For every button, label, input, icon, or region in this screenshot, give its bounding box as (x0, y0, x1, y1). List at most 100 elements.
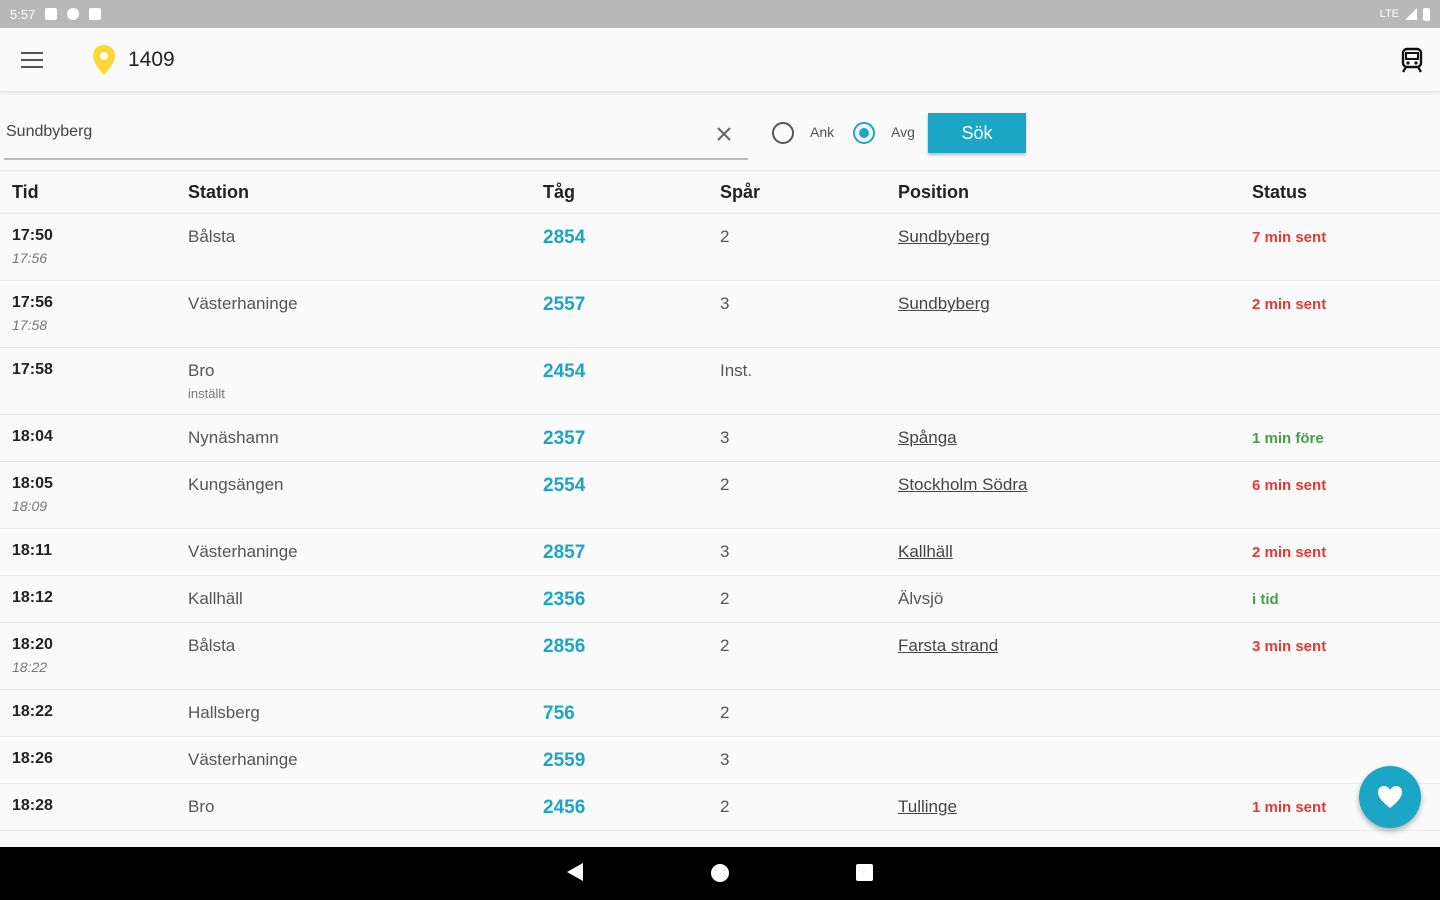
position-link[interactable]: Sundbyberg (898, 227, 990, 246)
cell-track: 2 (720, 475, 730, 494)
cell-tid: 18:05 18:09 (0, 462, 178, 528)
table-row[interactable]: 18:20 18:22 Bålsta 2856 2 Farsta strand 3 min … (0, 623, 1440, 690)
station-name: Bro (188, 361, 215, 380)
station-name: Västerhaninge (188, 294, 298, 313)
position-link[interactable]: Farsta strand (898, 636, 998, 655)
cell-train: 2557 (533, 281, 710, 347)
train-number-link[interactable]: 2856 (543, 636, 585, 657)
status-text: 2 min sent (1252, 296, 1327, 313)
cell-station: Västerhaninge (178, 281, 533, 347)
position-link[interactable]: Kallhäll (898, 542, 953, 561)
header-position: Position (898, 181, 969, 202)
scheduled-time: 18:22 (12, 703, 53, 720)
train-number-link[interactable]: 2557 (543, 294, 585, 315)
scheduled-time: 17:50 (12, 227, 53, 244)
cell-tid: 18:04 (0, 415, 178, 461)
station-name: Bålsta (188, 636, 236, 655)
table-row[interactable]: 17:56 17:58 Västerhaninge 2557 3 Sundbyberg 2 … (0, 281, 1440, 348)
train-number-link[interactable]: 2456 (543, 797, 585, 818)
position-link[interactable]: Sundbyberg (898, 294, 990, 313)
cell-station: Bålsta (178, 623, 533, 689)
cell-track: Inst. (720, 361, 753, 380)
table-row[interactable]: 18:22 Hallsberg 756 2 (0, 690, 1440, 737)
cell-track: 2 (720, 703, 730, 722)
status-text: i tid (1252, 591, 1279, 608)
recent-apps-icon[interactable] (856, 864, 873, 881)
table-row[interactable]: 18:12 Kallhäll 2356 2 Älvsjö i tid (0, 576, 1440, 623)
close-icon[interactable] (710, 120, 738, 148)
cell-position: Sundbyberg (888, 281, 1244, 347)
favorite-button[interactable] (1359, 766, 1421, 828)
cell-status: 2 min sent (1244, 281, 1440, 347)
train-icon[interactable] (1398, 46, 1426, 74)
table-row[interactable]: 17:58 Bro inställt 2454 Inst. (0, 348, 1440, 415)
status-text: 1 min före (1252, 430, 1324, 447)
train-number-link[interactable]: 2356 (543, 589, 585, 610)
cell-train: 2454 (533, 348, 710, 414)
cell-train: 756 (533, 690, 710, 736)
cell-position: Tullinge (888, 784, 1244, 830)
train-number-link[interactable]: 2554 (543, 475, 585, 496)
expected-time: 17:56 (12, 250, 48, 266)
table-row[interactable]: 18:26 Västerhaninge 2559 3 (0, 737, 1440, 784)
cell-train: 2456 (533, 784, 710, 830)
train-number-link[interactable]: 2854 (543, 227, 585, 248)
status-text: 3 min sent (1252, 638, 1327, 655)
home-icon[interactable] (711, 864, 729, 882)
station-name: Kungsängen (188, 475, 284, 494)
system-status-bar: 5:57 LTE (0, 0, 1440, 28)
train-number-link[interactable]: 2559 (543, 750, 585, 771)
cell-track: 3 (720, 750, 730, 769)
scheduled-time: 18:11 (12, 542, 53, 559)
hamburger-icon[interactable] (21, 51, 43, 68)
cell-status: 2 min sent (1244, 529, 1440, 575)
header-spar: Spår (720, 181, 761, 202)
train-number-link[interactable]: 756 (543, 703, 575, 724)
arrival-radio[interactable] (772, 122, 794, 144)
cell-tid: 17:56 17:58 (0, 281, 178, 347)
cell-track: 2 (720, 636, 730, 655)
cell-position: Kallhäll (888, 529, 1244, 575)
back-icon[interactable] (567, 863, 583, 881)
cell-tid: 17:58 (0, 348, 178, 414)
cell-tid: 18:22 (0, 690, 178, 736)
cell-status (1244, 690, 1440, 736)
cell-tid: 18:12 (0, 576, 178, 622)
position-text: Älvsjö (898, 589, 944, 608)
battery-icon (1423, 7, 1430, 21)
train-number-link[interactable]: 2857 (543, 542, 585, 563)
station-search-input[interactable] (6, 120, 686, 144)
train-number-link[interactable]: 2357 (543, 428, 585, 449)
departure-radio[interactable] (853, 122, 875, 144)
table-row[interactable]: 17:50 17:56 Bålsta 2854 2 Sundbyberg 7 min sen… (0, 214, 1440, 281)
cell-track: 3 (720, 428, 730, 447)
scheduled-time: 18:05 (12, 475, 53, 492)
scheduled-time: 18:12 (12, 589, 53, 606)
position-link[interactable]: Spånga (898, 428, 957, 447)
table-body: 17:50 17:56 Bålsta 2854 2 Sundbyberg 7 min sen… (0, 214, 1440, 831)
position-link[interactable]: Tullinge (898, 797, 957, 816)
table-row[interactable]: 18:28 Bro 2456 2 Tullinge 1 min sent (0, 784, 1440, 831)
cell-tid: 18:28 (0, 784, 178, 830)
cell-train: 2559 (533, 737, 710, 783)
position-link[interactable]: Stockholm Södra (898, 475, 1027, 494)
page-title: 1409 (128, 47, 175, 71)
table-row[interactable]: 18:05 18:09 Kungsängen 2554 2 Stockholm Södra… (0, 462, 1440, 529)
train-number-link[interactable]: 2454 (543, 361, 585, 382)
cell-status: 7 min sent (1244, 214, 1440, 280)
cell-position: Stockholm Södra (888, 462, 1244, 528)
header-station: Station (188, 181, 249, 202)
cell-track: 3 (720, 294, 730, 313)
search-button[interactable]: Sök (928, 113, 1026, 153)
cell-status (1244, 348, 1440, 414)
table-row[interactable]: 18:11 Västerhaninge 2857 3 Kallhäll 2 min sen… (0, 529, 1440, 576)
cell-position: Älvsjö (888, 576, 1244, 622)
system-nav-bar (0, 847, 1440, 900)
table-row[interactable]: 18:04 Nynäshamn 2357 3 Spånga 1 min före (0, 415, 1440, 462)
cell-station: Bro (178, 784, 533, 830)
header-tag: Tåg (543, 181, 576, 202)
header-tid: Tid (12, 181, 39, 202)
cell-track: 2 (720, 589, 730, 608)
status-text: 6 min sent (1252, 477, 1327, 494)
arrival-label: Ank (810, 124, 835, 140)
